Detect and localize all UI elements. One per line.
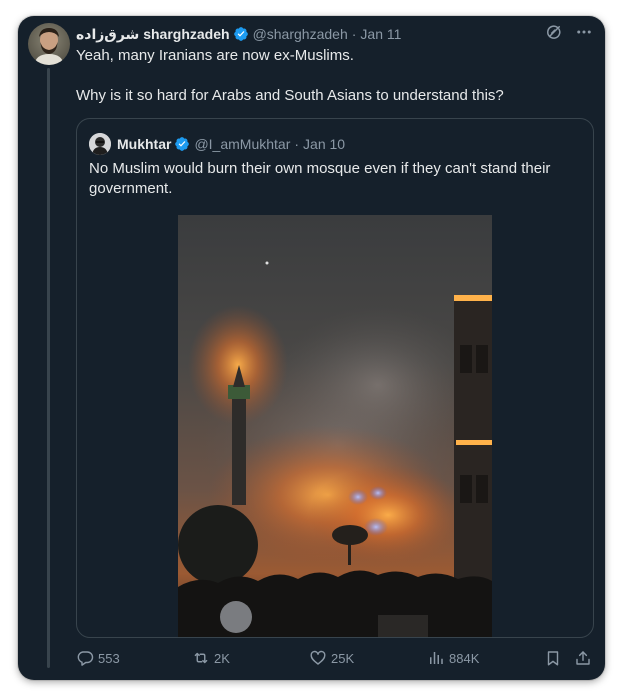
quoted-author-display-name[interactable]: Mukhtar xyxy=(117,136,171,152)
grok-icon[interactable] xyxy=(545,23,563,46)
tweet-header: شرق‌زاده sharghzadeh @sharghzadeh · Jan … xyxy=(76,24,401,44)
author-display-name[interactable]: شرق‌زاده sharghzadeh xyxy=(76,26,230,43)
reply-count: 553 xyxy=(98,650,120,666)
views-chart-icon xyxy=(427,649,445,667)
separator-dot: · xyxy=(351,26,357,42)
views-button[interactable]: 884K xyxy=(427,649,479,667)
quoted-separator-dot: · xyxy=(294,136,300,152)
tweet-action-bar: 553 2K 25K 884K xyxy=(76,648,596,668)
quoted-author-handle[interactable]: @I_amMukhtar xyxy=(194,136,290,152)
retweet-button[interactable]: 2K xyxy=(192,649,230,667)
retweet-icon xyxy=(192,649,210,667)
author-avatar[interactable] xyxy=(28,23,70,65)
verified-badge-icon xyxy=(233,26,249,42)
share-button[interactable] xyxy=(574,649,592,667)
more-icon[interactable] xyxy=(575,23,593,46)
like-button[interactable]: 25K xyxy=(309,649,354,667)
bookmark-button[interactable] xyxy=(544,649,562,667)
quoted-tweet-header: Mukhtar @I_amMukhtar · Jan 10 xyxy=(89,133,345,155)
thread-line xyxy=(47,68,50,668)
tweet-date[interactable]: Jan 11 xyxy=(360,26,401,42)
author-handle[interactable]: @sharghzadeh xyxy=(253,26,348,42)
quoted-tweet-video[interactable] xyxy=(178,215,492,637)
tweet-top-icons xyxy=(545,23,593,46)
heart-icon xyxy=(309,649,327,667)
quoted-author-avatar[interactable] xyxy=(89,133,111,155)
views-count: 884K xyxy=(449,650,480,666)
reply-button[interactable]: 553 xyxy=(76,649,120,667)
tweet-text-line-1: Yeah, many Iranians are now ex-Muslims. xyxy=(76,47,354,64)
quoted-tweet-text: No Muslim would burn their own mosque ev… xyxy=(89,160,551,197)
like-count: 25K xyxy=(331,650,355,666)
quoted-tweet-date[interactable]: Jan 10 xyxy=(303,136,345,152)
tweet-text-line-2: Why is it so hard for Arabs and South As… xyxy=(76,87,504,104)
share-icon xyxy=(574,649,592,667)
quoted-tweet[interactable]: Mukhtar @I_amMukhtar · Jan 10 No Muslim … xyxy=(76,118,594,638)
tweet-card[interactable]: شرق‌زاده sharghzadeh @sharghzadeh · Jan … xyxy=(18,16,605,680)
bookmark-icon xyxy=(544,649,562,667)
reply-icon xyxy=(76,649,94,667)
tweet-text: Yeah, many Iranians are now ex-Muslims. … xyxy=(76,46,596,106)
quoted-verified-badge-icon xyxy=(174,136,190,152)
retweet-count: 2K xyxy=(214,650,230,666)
